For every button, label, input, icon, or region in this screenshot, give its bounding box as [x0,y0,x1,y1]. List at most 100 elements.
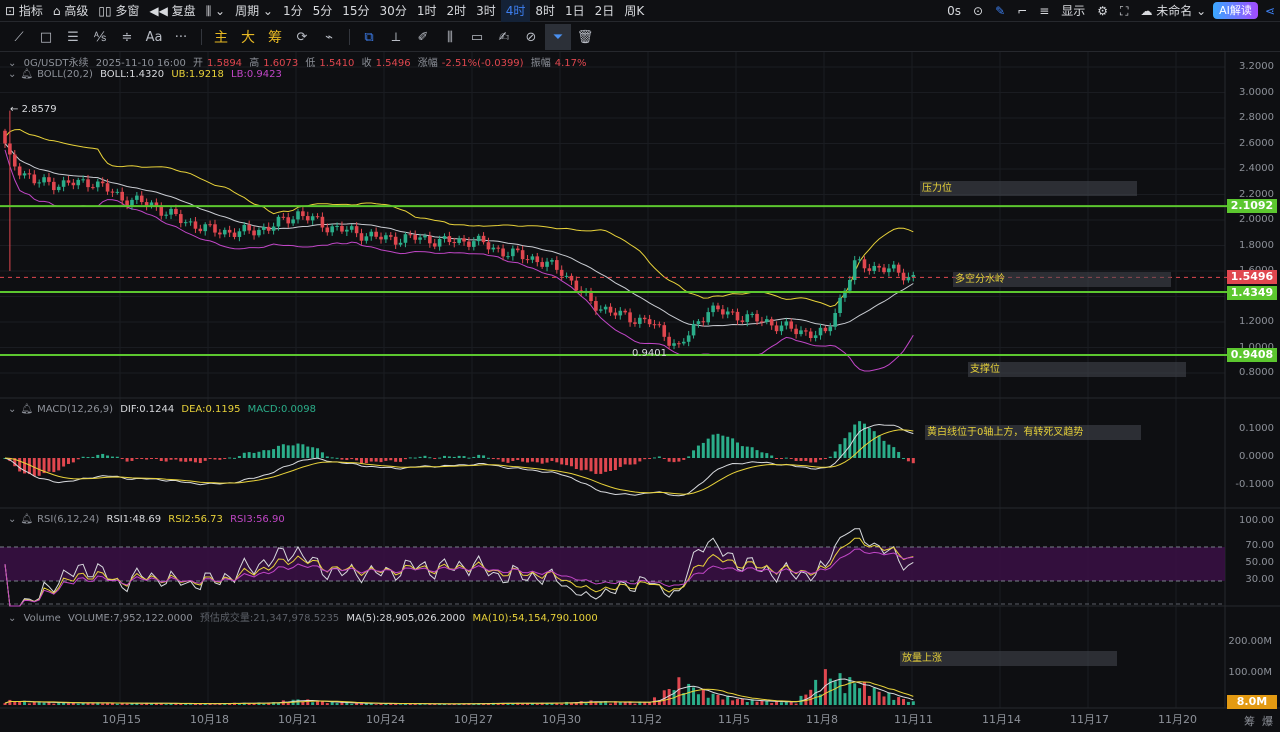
macd-histogram-bar [208,458,212,459]
macd-histogram-bar [403,458,407,460]
candle-body [515,248,520,251]
candle-body [393,236,398,245]
macd-histogram-bar [218,458,222,460]
candle-body [804,330,808,332]
bell-icon[interactable]: 🔔︎ [20,404,33,415]
collapse-icon[interactable]: ⌄ [8,613,16,624]
boll-value: BOLL:1.4320 [100,69,165,80]
candle-body [486,242,491,250]
collapse-icon[interactable]: ⌄ [8,514,16,525]
macd-histogram-bar [96,454,100,458]
macd-histogram-bar [66,458,70,464]
macd-histogram-bar [413,457,417,459]
open-label: 开 [193,58,204,69]
macd-histogram-bar [643,458,647,460]
resistance-note[interactable]: 压力位 [920,181,1137,196]
support-note[interactable]: 支撑位 [968,362,1186,377]
volume-note[interactable]: 放量上涨 [900,651,1117,666]
macd-histogram-bar [721,435,725,458]
macd-histogram-bar [745,446,749,458]
macd-histogram-bar [560,458,564,465]
macd-histogram-bar [902,457,906,459]
boll-mid-line [4,143,914,327]
macd-histogram-bar [423,455,427,458]
bell-icon[interactable]: 🔔︎ [20,514,33,525]
candle-body [442,236,447,239]
volume-bar [862,681,866,705]
macd-histogram-bar [193,458,197,463]
liquidation-corner[interactable]: 爆 [1262,713,1273,729]
date-axis-label: 11月5 [718,713,750,726]
candle-body [574,280,579,291]
macd-value: MACD:0.0098 [247,404,316,415]
macd-histogram-bar [37,458,41,476]
collapse-icon[interactable]: ⌄ [8,58,16,69]
macd-histogram-bar [374,458,378,462]
macd-histogram-bar [794,458,798,461]
macd-histogram-bar [516,458,520,461]
bell-icon[interactable]: 🔔︎ [20,69,33,80]
amplitude-label: 振幅 [530,58,551,69]
candle-body [374,231,378,237]
macd-histogram-bar [506,458,510,463]
volume-bar [320,701,324,705]
macd-histogram-bar [701,442,705,458]
volume-bar [740,699,744,705]
candle-body [716,305,720,310]
macd-histogram-bar [789,458,793,459]
watershed-note[interactable]: 多空分水岭 [953,272,1171,287]
macd-histogram-bar [755,450,759,458]
macd-histogram-bar [169,458,173,460]
candle-body [42,177,46,183]
candle-body [657,324,662,326]
volume-bar [731,700,735,705]
macd-histogram-bar [740,446,744,458]
candle-body [725,311,730,315]
macd-histogram-bar [311,447,315,458]
candle-body [828,326,833,332]
macd-axis-label: -0.1000 [1235,479,1274,490]
volume-ma5-line [4,678,914,705]
date-axis-label: 10月27 [454,713,493,726]
candle-time: 2025-11-10 16:00 [95,58,186,69]
macd-histogram-bar [711,434,715,458]
volume-bar [101,703,105,705]
macd-histogram-bar [589,458,593,472]
macd-histogram-bar [804,458,808,461]
candle-body [22,173,27,176]
rsi-name: RSI(6,12,24) [37,514,100,525]
macd-histogram-bar [599,458,603,474]
macd-note[interactable]: 黄白线位于0轴上方，有转死叉趋势 [925,425,1141,440]
candle-body [179,214,183,224]
candle-body [369,231,374,237]
volume-bar [853,683,857,705]
candle-body [618,310,623,316]
candle-body [530,256,535,260]
collapse-icon[interactable]: ⌄ [8,404,16,415]
macd-histogram-bar [418,456,422,458]
candle-body [711,305,715,313]
candle-body [208,224,212,226]
level-tag-support: 0.9408 [1227,348,1277,362]
macd-histogram-bar [482,455,486,458]
candle-body [257,229,261,236]
macd-histogram-bar [438,457,442,459]
amplitude-value: 4.17% [554,58,587,69]
macd-histogram-bar [609,458,613,471]
macd-histogram-bar [521,458,525,462]
macd-histogram-bar [130,458,134,461]
chips-corner[interactable]: 筹 [1244,713,1255,729]
volume-bar [711,693,715,705]
macd-histogram-bar [501,458,505,462]
candle-body [418,237,422,240]
boll-upper-line [4,128,914,308]
volume-bar [164,704,168,705]
candle-body [193,221,198,229]
collapse-icon[interactable]: ⌄ [8,69,16,80]
volume-bar [760,700,764,705]
candle-body [81,179,85,181]
candle-body [222,229,227,235]
macd-histogram-bar [335,457,339,459]
candle-body [452,242,457,244]
candle-body [633,322,637,324]
